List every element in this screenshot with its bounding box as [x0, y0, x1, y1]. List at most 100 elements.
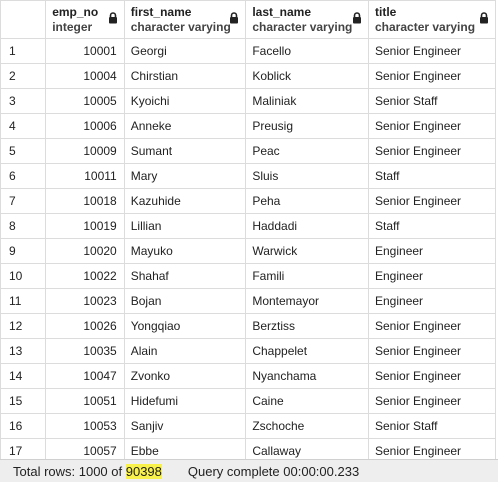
table-row[interactable]: 3 10005 Kyoichi Maliniak Senior Staff [0, 88, 496, 114]
row-number-cell[interactable]: 15 [0, 388, 47, 414]
header-rownum[interactable] [0, 0, 47, 39]
emp-no-cell[interactable]: 10006 [45, 113, 125, 139]
first-name-cell[interactable]: Lillian [123, 213, 247, 239]
first-name-cell[interactable]: Chirstian [123, 63, 247, 89]
title-cell[interactable]: Senior Engineer [368, 38, 496, 64]
row-number-cell[interactable]: 10 [0, 263, 47, 289]
row-number-cell[interactable]: 5 [0, 138, 47, 164]
row-number-cell[interactable]: 1 [0, 38, 47, 64]
last-name-cell[interactable]: Facello [245, 38, 369, 64]
last-name-cell[interactable]: Chappelet [245, 338, 369, 364]
title-cell[interactable]: Senior Engineer [368, 388, 496, 414]
table-row[interactable]: 11 10023 Bojan Montemayor Engineer [0, 288, 496, 314]
last-name-cell[interactable]: Berztiss [245, 313, 369, 339]
emp-no-cell[interactable]: 10023 [45, 288, 125, 314]
first-name-cell[interactable]: Hidefumi [123, 388, 247, 414]
first-name-cell[interactable]: Zvonko [123, 363, 247, 389]
title-cell[interactable]: Senior Staff [368, 88, 496, 114]
last-name-cell[interactable]: Famili [245, 263, 369, 289]
last-name-cell[interactable]: Montemayor [245, 288, 369, 314]
title-cell[interactable]: Senior Engineer [368, 113, 496, 139]
header-title[interactable]: title character varying [368, 0, 496, 39]
emp-no-cell[interactable]: 10011 [45, 163, 125, 189]
last-name-cell[interactable]: Zschoche [245, 413, 369, 439]
row-number-cell[interactable]: 16 [0, 413, 47, 439]
title-cell[interactable]: Staff [368, 163, 496, 189]
row-number-cell[interactable]: 8 [0, 213, 47, 239]
emp-no-cell[interactable]: 10020 [45, 238, 125, 264]
row-number-cell[interactable]: 4 [0, 113, 47, 139]
emp-no-cell[interactable]: 10047 [45, 363, 125, 389]
row-number-cell[interactable]: 6 [0, 163, 47, 189]
table-row[interactable]: 14 10047 Zvonko Nyanchama Senior Engineer [0, 363, 496, 389]
title-cell[interactable]: Engineer [368, 263, 496, 289]
last-name-cell[interactable]: Preusig [245, 113, 369, 139]
first-name-cell[interactable]: Kazuhide [123, 188, 247, 214]
title-cell[interactable]: Senior Engineer [368, 138, 496, 164]
row-number-cell[interactable]: 13 [0, 338, 47, 364]
title-cell[interactable]: Senior Engineer [368, 338, 496, 364]
header-first-name[interactable]: first_name character varying [123, 0, 247, 39]
last-name-cell[interactable]: Peha [245, 188, 369, 214]
title-cell[interactable]: Staff [368, 213, 496, 239]
emp-no-cell[interactable]: 10022 [45, 263, 125, 289]
row-number-cell[interactable]: 3 [0, 88, 47, 114]
table-row[interactable]: 13 10035 Alain Chappelet Senior Engineer [0, 338, 496, 364]
table-row[interactable]: 5 10009 Sumant Peac Senior Engineer [0, 138, 496, 164]
row-number-cell[interactable]: 11 [0, 288, 47, 314]
header-last-name[interactable]: last_name character varying [245, 0, 369, 39]
emp-no-cell[interactable]: 10009 [45, 138, 125, 164]
last-name-cell[interactable]: Warwick [245, 238, 369, 264]
first-name-cell[interactable]: Yongqiao [123, 313, 247, 339]
title-cell[interactable]: Engineer [368, 288, 496, 314]
emp-no-cell[interactable]: 10026 [45, 313, 125, 339]
last-name-cell[interactable]: Haddadi [245, 213, 369, 239]
last-name-cell[interactable]: Nyanchama [245, 363, 369, 389]
emp-no-cell[interactable]: 10005 [45, 88, 125, 114]
emp-no-cell[interactable]: 10004 [45, 63, 125, 89]
title-cell[interactable]: Senior Engineer [368, 63, 496, 89]
last-name-cell[interactable]: Maliniak [245, 88, 369, 114]
last-name-cell[interactable]: Koblick [245, 63, 369, 89]
table-row[interactable]: 7 10018 Kazuhide Peha Senior Engineer [0, 188, 496, 214]
first-name-cell[interactable]: Sanjiv [123, 413, 247, 439]
row-number-cell[interactable]: 7 [0, 188, 47, 214]
last-name-cell[interactable]: Caine [245, 388, 369, 414]
table-row[interactable]: 4 10006 Anneke Preusig Senior Engineer [0, 113, 496, 139]
first-name-cell[interactable]: Shahaf [123, 263, 247, 289]
table-row[interactable]: 10 10022 Shahaf Famili Engineer [0, 263, 496, 289]
last-name-cell[interactable]: Peac [245, 138, 369, 164]
header-emp-no[interactable]: emp_no integer [45, 0, 125, 39]
title-cell[interactable]: Senior Staff [368, 413, 496, 439]
emp-no-cell[interactable]: 10018 [45, 188, 125, 214]
title-cell[interactable]: Engineer [368, 238, 496, 264]
emp-no-cell[interactable]: 10035 [45, 338, 125, 364]
first-name-cell[interactable]: Georgi [123, 38, 247, 64]
first-name-cell[interactable]: Kyoichi [123, 88, 247, 114]
title-cell[interactable]: Senior Engineer [368, 188, 496, 214]
table-row[interactable]: 12 10026 Yongqiao Berztiss Senior Engineer [0, 313, 496, 339]
emp-no-cell[interactable]: 10053 [45, 413, 125, 439]
first-name-cell[interactable]: Alain [123, 338, 247, 364]
table-row[interactable]: 2 10004 Chirstian Koblick Senior Engineer [0, 63, 496, 89]
row-number-cell[interactable]: 2 [0, 63, 47, 89]
first-name-cell[interactable]: Mayuko [123, 238, 247, 264]
first-name-cell[interactable]: Mary [123, 163, 247, 189]
row-number-cell[interactable]: 12 [0, 313, 47, 339]
title-cell[interactable]: Senior Engineer [368, 313, 496, 339]
title-cell[interactable]: Senior Engineer [368, 363, 496, 389]
row-number-cell[interactable]: 9 [0, 238, 47, 264]
table-row[interactable]: 1 10001 Georgi Facello Senior Engineer [0, 38, 496, 64]
last-name-cell[interactable]: Sluis [245, 163, 369, 189]
table-row[interactable]: 9 10020 Mayuko Warwick Engineer [0, 238, 496, 264]
first-name-cell[interactable]: Bojan [123, 288, 247, 314]
emp-no-cell[interactable]: 10019 [45, 213, 125, 239]
table-row[interactable]: 8 10019 Lillian Haddadi Staff [0, 213, 496, 239]
first-name-cell[interactable]: Sumant [123, 138, 247, 164]
table-row[interactable]: 15 10051 Hidefumi Caine Senior Engineer [0, 388, 496, 414]
emp-no-cell[interactable]: 10051 [45, 388, 125, 414]
table-row[interactable]: 6 10011 Mary Sluis Staff [0, 163, 496, 189]
row-number-cell[interactable]: 14 [0, 363, 47, 389]
emp-no-cell[interactable]: 10001 [45, 38, 125, 64]
first-name-cell[interactable]: Anneke [123, 113, 247, 139]
